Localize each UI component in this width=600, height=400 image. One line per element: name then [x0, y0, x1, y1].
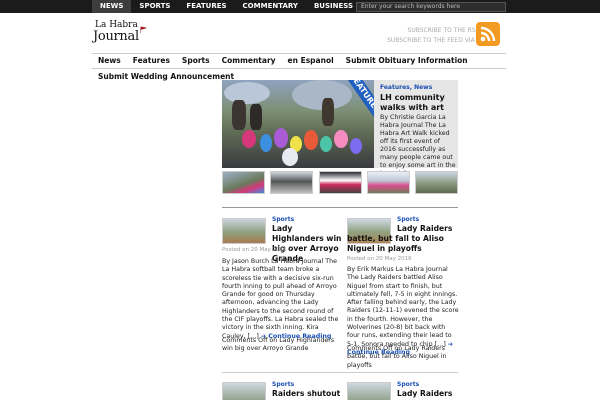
article-category[interactable]: Sports — [397, 381, 419, 388]
article-date: Posted on 20 May 2016 — [347, 256, 412, 262]
featured-thumbnails — [222, 171, 458, 195]
logo-line2: Journal — [93, 29, 139, 44]
article-date: Posted on 20 May 2016 — [222, 247, 287, 253]
divider — [222, 372, 458, 373]
flag-icon — [140, 26, 147, 34]
article-category[interactable]: Sports — [397, 216, 419, 223]
topnav-business[interactable]: BUSINESS — [306, 0, 361, 13]
article-thumbnail[interactable] — [347, 382, 391, 400]
article-excerpt: By Erik Markus La Habra Journal The Lady… — [347, 266, 459, 357]
article-thumbnail[interactable] — [222, 382, 266, 400]
article-thumbnail[interactable] — [222, 218, 266, 244]
nav-submit-wedding[interactable]: Submit Wedding Announcement — [98, 72, 234, 81]
main-nav: News Features Sports Commentary en Espan… — [92, 53, 506, 69]
nav-en-espanol[interactable]: en Espanol — [282, 54, 340, 68]
article-title[interactable]: Raiders shutout Estancia — [272, 389, 342, 400]
article-category[interactable]: Sports — [272, 216, 294, 223]
featured-category[interactable]: Features, News — [380, 84, 432, 91]
rss-icon[interactable] — [476, 22, 500, 46]
topnav-commentary[interactable]: COMMENTARY — [235, 0, 306, 13]
article-title[interactable]: Lady Raiders shutout Indian — [397, 389, 457, 400]
nav-features[interactable]: Features — [127, 54, 176, 68]
topnav-features[interactable]: FEATURES — [178, 0, 234, 13]
topnav-news[interactable]: NEWS — [92, 0, 132, 13]
article-excerpt-text: By Erik Markus La Habra Journal The Lady… — [347, 266, 459, 348]
thumbnail-4[interactable] — [366, 171, 410, 194]
article-title[interactable]: Lady Raiders battle, but fall to Aliso N… — [347, 224, 457, 254]
article-category[interactable]: Sports — [272, 381, 294, 388]
article-excerpt: By Jason Burch La Habra Journal The La H… — [222, 258, 340, 341]
thumbnail-3[interactable] — [318, 171, 362, 194]
article-excerpt-text: By Jason Burch La Habra Journal The La H… — [222, 258, 339, 340]
thumbnail-2[interactable] — [270, 171, 314, 194]
featured-image[interactable]: FEATURED — [222, 80, 374, 168]
thumbnail-1[interactable] — [222, 171, 265, 194]
article-comments[interactable]: Comments Off on Lady Raiders battle, but… — [347, 345, 459, 370]
article-comments[interactable]: Comments Off on Lady Highlanders win big… — [222, 337, 340, 354]
featured-title[interactable]: LH community walks with art — [380, 93, 456, 113]
search-input[interactable]: Enter your search keywords here — [356, 2, 506, 12]
site-logo[interactable]: La Habra Journal — [93, 20, 153, 46]
nav-news[interactable]: News — [92, 54, 127, 68]
topnav-sports[interactable]: SPORTS — [131, 0, 178, 13]
nav-commentary[interactable]: Commentary — [216, 54, 282, 68]
top-nav: NEWS SPORTS FEATURES COMMENTARY BUSINESS — [92, 0, 361, 13]
divider — [222, 207, 458, 208]
thumbnail-5[interactable] — [415, 171, 458, 194]
nav-sports[interactable]: Sports — [176, 54, 216, 68]
featured-excerpt: By Christie Garcia La Habra Journal The … — [380, 114, 456, 177]
nav-submit-obituary[interactable]: Submit Obituary Information — [340, 54, 474, 68]
